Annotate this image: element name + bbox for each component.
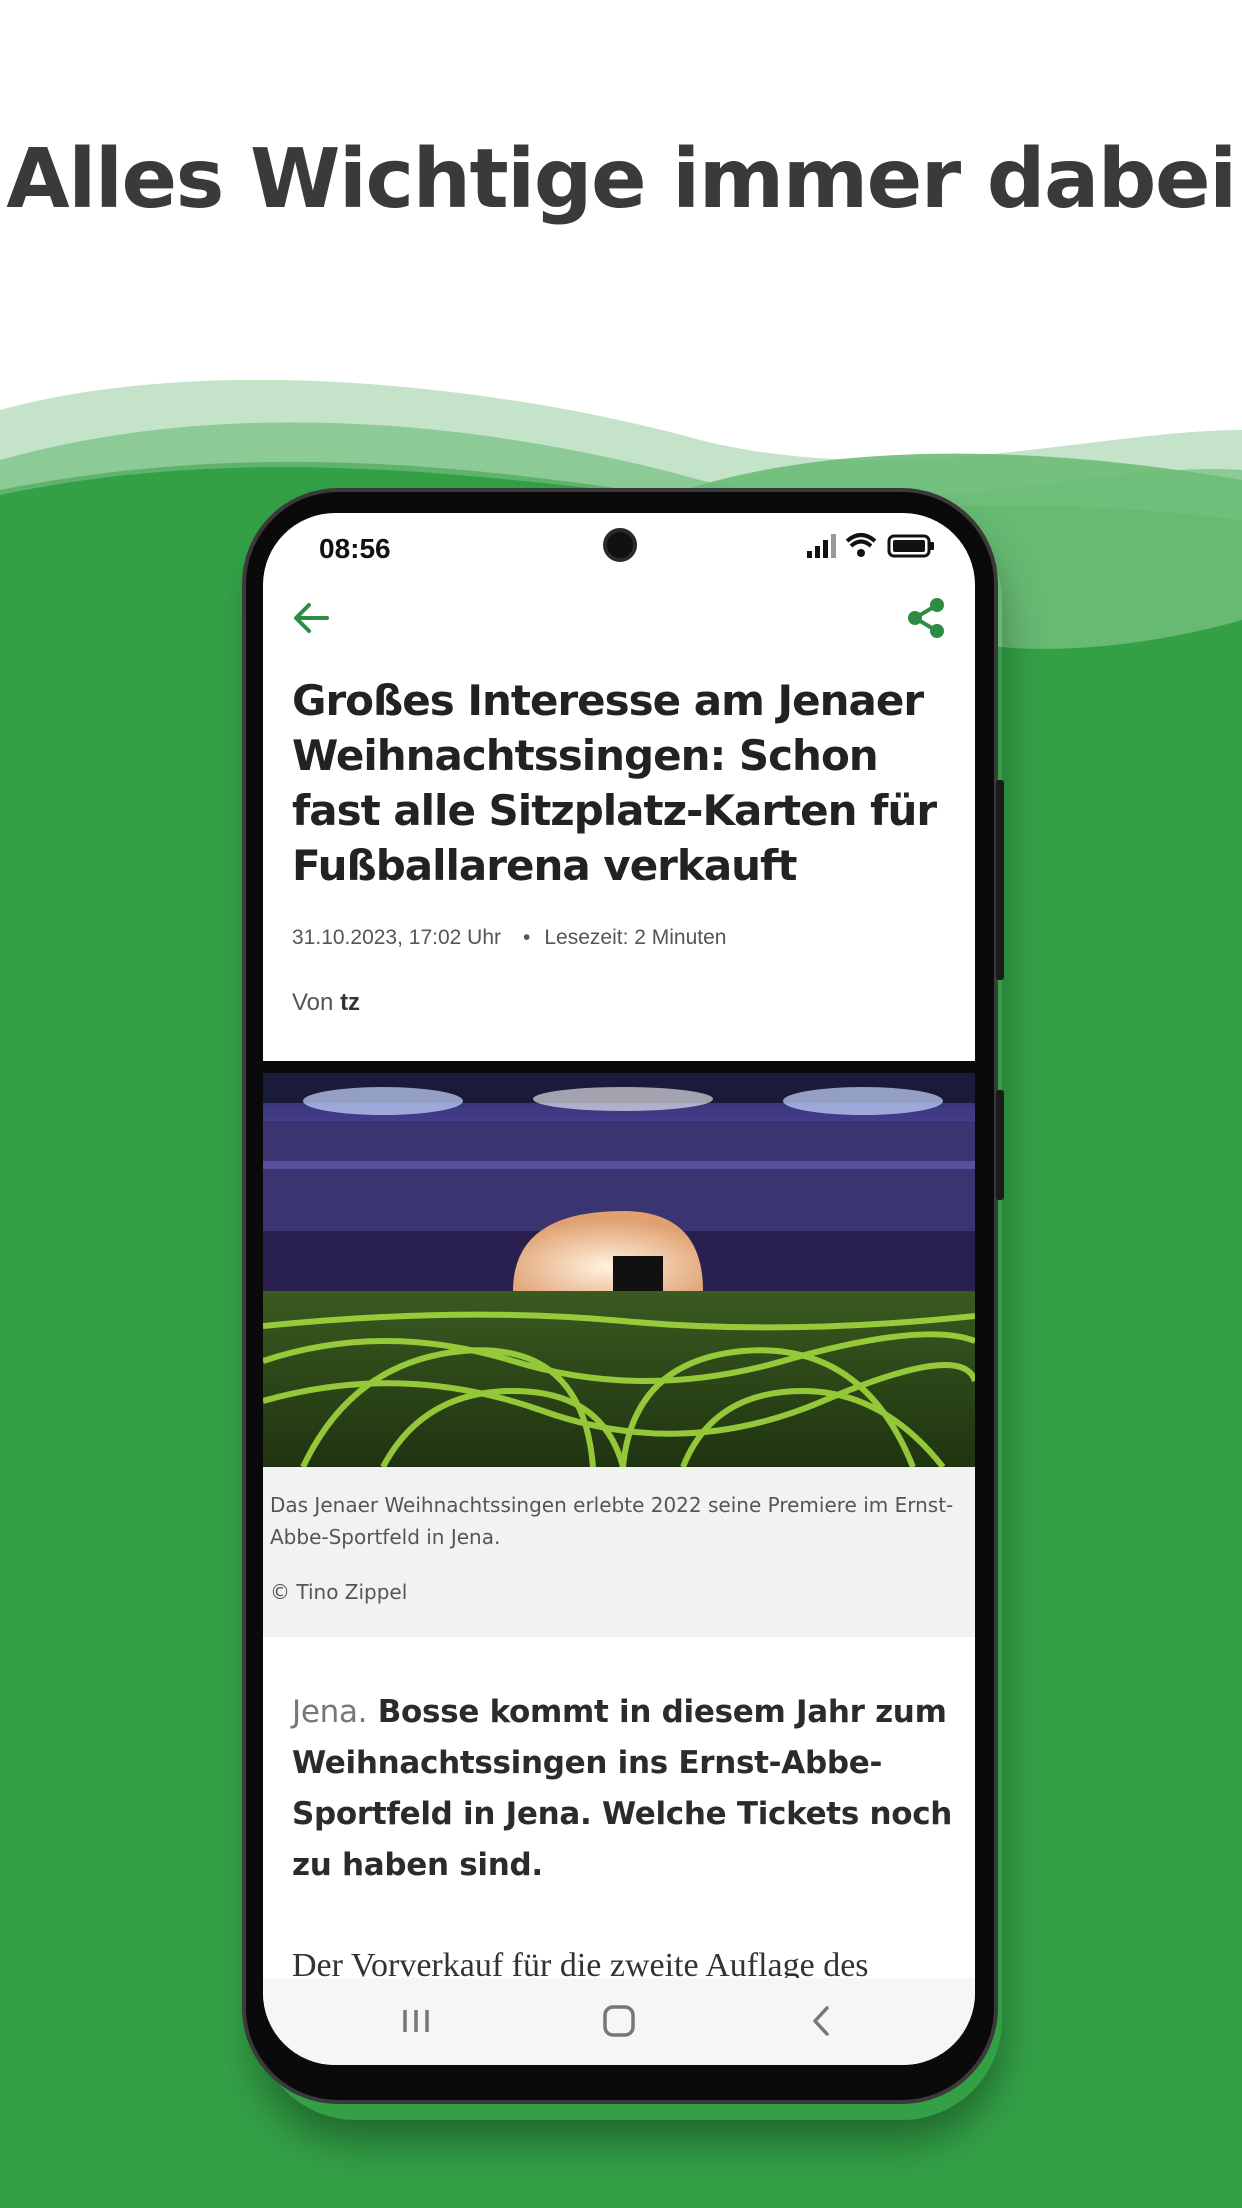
article-title: Großes Interesse am Jenaer Weihnachtssin…: [292, 676, 937, 890]
article-meta: 31.10.2023, 17:02 Uhr • Lesezeit: 2 Minute…: [292, 926, 726, 950]
signal-icon: [807, 534, 836, 558]
author-name[interactable]: tz: [340, 989, 360, 1016]
battery-icon: [887, 534, 934, 558]
status-time: 08:56: [319, 533, 391, 564]
author-prefix: Von: [292, 989, 334, 1016]
image-caption-box: Das Jenaer Weihnachtssingen erlebte 2022…: [263, 1467, 975, 1637]
image-credit: © Tino Zippel: [270, 1580, 408, 1604]
reading-time: Lesezeit: 2 Minuten: [544, 926, 727, 949]
share-icon[interactable]: [901, 593, 951, 643]
system-nav-bar: [263, 1978, 975, 2065]
app-bar: [263, 583, 975, 673]
phone-volume-button: [996, 780, 1004, 980]
image-caption: Das Jenaer Weihnachtssingen erlebte 2022…: [270, 1493, 954, 1549]
stadium-photo: [263, 1061, 975, 1467]
lead-text: Bosse kommt in diesem Jahr zum Weihnacht…: [292, 1694, 953, 1883]
article-image[interactable]: [263, 1061, 975, 1467]
home-icon[interactable]: [594, 1996, 644, 2046]
recent-apps-icon[interactable]: [391, 1996, 441, 2046]
lead-place: Jena.: [292, 1694, 368, 1730]
wifi-icon: [845, 533, 877, 557]
article-lead: Jena. Bosse kommt in diesem Jahr zum Wei…: [292, 1687, 962, 1891]
article-author: Von tz: [292, 989, 360, 1017]
camera-icon: [603, 528, 637, 562]
phone-screen: 08:56 Großes Interesse am Jenaer Weihnac…: [263, 513, 975, 2065]
status-bar: 08:56: [263, 513, 975, 583]
article-date: 31.10.2023, 17:02 Uhr: [292, 926, 501, 949]
phone-power-button: [996, 1090, 1004, 1200]
meta-separator: •: [523, 926, 531, 949]
promo-headline: Alles Wichtige immer dabei: [6, 132, 1237, 227]
back-chevron-icon[interactable]: [797, 1996, 847, 2046]
status-icons: [807, 533, 934, 558]
arrow-left-icon[interactable]: [287, 593, 337, 643]
